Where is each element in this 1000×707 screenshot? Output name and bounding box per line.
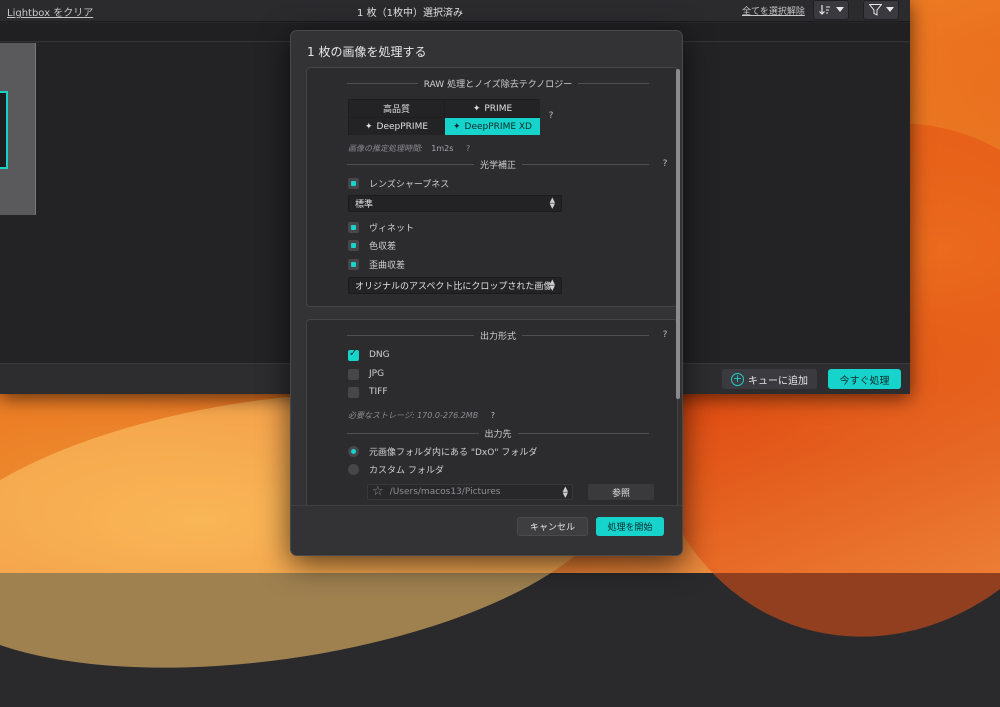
destination-original-radio[interactable] <box>348 445 359 457</box>
sort-icon <box>819 5 830 15</box>
denoise-option-deepprime-xd[interactable]: ✦ DeepPRIME XD <box>445 118 540 135</box>
dialog-title: 1 枚の画像を処理する <box>307 45 427 59</box>
cancel-button[interactable]: キャンセル <box>517 517 588 536</box>
add-to-queue-button[interactable]: + キューに追加 <box>722 369 817 389</box>
dialog-footer: キャンセル 処理を開始 <box>291 505 682 555</box>
chromatic-aberration-row[interactable]: 色収差 <box>348 239 397 252</box>
format-label: JPG <box>369 369 385 379</box>
format-label: TIFF <box>369 387 388 397</box>
distortion-row[interactable]: 歪曲収差 <box>348 258 406 271</box>
sharpness-value: 標準 <box>355 200 374 210</box>
storage-value: 170.0-276.2MB <box>417 411 479 420</box>
raw-section-header: RAW 処理とノイズ除去テクノロジー <box>347 77 650 90</box>
lens-sharpness-row[interactable]: レンズシャープネス <box>348 177 450 190</box>
denoise-option-high-quality[interactable]: 高品質 <box>349 100 444 117</box>
star-icon[interactable]: ☆ <box>372 485 384 498</box>
scrollbar[interactable] <box>676 67 681 505</box>
destination-custom-radio[interactable] <box>348 463 359 475</box>
format-dng-checkbox[interactable] <box>348 348 359 361</box>
crop-value: オリジナルのアスペクト比にクロップされた画像 <box>355 282 553 292</box>
help-icon[interactable]: ? <box>491 411 495 420</box>
sharpness-select[interactable]: 標準 ▲ ▼ <box>348 195 562 212</box>
format-tiff-row[interactable]: TIFF <box>348 386 388 398</box>
sparkle-icon: ✦ <box>472 103 481 114</box>
format-label: DNG <box>369 350 390 360</box>
process-dialog: 1 枚の画像を処理する RAW 処理とノイズ除去テクノロジー 高品質 ✦ PRI… <box>290 30 683 556</box>
lens-sharpness-label: レンズシャープネス <box>369 179 450 190</box>
scrollbar-thumb[interactable] <box>676 69 680 399</box>
lens-sharpness-checkbox[interactable] <box>348 177 359 189</box>
top-toolbar: Lightbox をクリア 1 枚（1枚中）選択済み 全てを選択解除 <box>0 0 910 22</box>
browse-button[interactable]: 参照 <box>588 484 654 500</box>
updown-arrows-icon: ▲ ▼ <box>549 196 555 210</box>
plus-circle-icon: + <box>731 371 744 386</box>
estimated-time-value: 1m2s <box>431 144 454 153</box>
chromatic-aberration-checkbox[interactable] <box>348 239 359 251</box>
filter-icon <box>868 4 882 16</box>
vignetting-checkbox[interactable] <box>348 221 359 233</box>
denoise-selector: 高品質 ✦ PRIME ✦ DeepPRIME ✦ DeepPRIME XD <box>348 99 540 135</box>
updown-arrows-icon: ▲ ▼ <box>549 278 555 292</box>
destination-section-header: 出力先 <box>347 427 650 440</box>
destination-original-row[interactable]: 元画像フォルダ内にある "DxO" フォルダ <box>348 445 538 458</box>
help-icon[interactable]: ? <box>545 110 557 122</box>
output-section-header: 出力形式 <box>347 329 650 342</box>
raw-settings-panel: RAW 処理とノイズ除去テクノロジー 高品質 ✦ PRIME ✦ DeepPRI… <box>306 67 678 307</box>
filter-button[interactable] <box>863 0 899 20</box>
deselect-all-link[interactable]: 全てを選択解除 <box>742 4 805 17</box>
chromatic-aberration-label: 色収差 <box>369 241 397 252</box>
format-jpg-row[interactable]: JPG <box>348 368 384 380</box>
storage-label: 必要なストレージ: <box>348 411 415 420</box>
help-icon[interactable]: ? <box>659 329 671 341</box>
dialog-scroll-pane[interactable]: RAW 処理とノイズ除去テクノロジー 高品質 ✦ PRIME ✦ DeepPRI… <box>306 67 679 505</box>
vignetting-label: ヴィネット <box>369 223 415 234</box>
denoise-option-label: PRIME <box>484 103 513 114</box>
sparkle-icon: ✦ <box>364 121 373 132</box>
help-icon[interactable]: ? <box>659 158 671 170</box>
optical-section-title: 光学補正 <box>480 160 517 171</box>
selection-status: 1 枚（1枚中）選択済み <box>357 8 463 19</box>
estimated-time-label: 画像の推定処理時間: <box>348 144 423 153</box>
estimated-time: 画像の推定処理時間: 1m2s ? <box>348 143 470 154</box>
output-section-title: 出力形式 <box>480 331 517 342</box>
sort-button[interactable] <box>813 0 849 20</box>
chevron-down-icon <box>885 7 894 12</box>
vignetting-row[interactable]: ヴィネット <box>348 221 415 234</box>
format-dng-row[interactable]: DNG <box>348 348 390 361</box>
thumbnail-image[interactable] <box>0 91 8 169</box>
updown-arrows-icon: ▲ ▼ <box>562 485 568 499</box>
format-jpg-checkbox[interactable] <box>348 368 359 380</box>
format-tiff-checkbox[interactable] <box>348 386 359 398</box>
sparkle-icon: ✦ <box>452 121 461 132</box>
help-icon[interactable]: ? <box>466 144 470 153</box>
start-processing-button[interactable]: 処理を開始 <box>596 517 664 536</box>
distortion-label: 歪曲収差 <box>369 260 406 271</box>
denoise-option-label: DeepPRIME <box>376 121 429 132</box>
thumbnail-card[interactable] <box>0 43 36 215</box>
destination-section-title: 出力先 <box>484 429 512 440</box>
destination-original-label: 元画像フォルダ内にある "DxO" フォルダ <box>369 447 538 458</box>
optical-section-header: 光学補正 <box>347 158 650 171</box>
custom-folder-path: /Users/macos13/Pictures <box>389 487 501 497</box>
crop-select[interactable]: オリジナルのアスペクト比にクロップされた画像 ▲ ▼ <box>348 277 562 294</box>
denoise-option-label: DeepPRIME XD <box>464 121 532 132</box>
output-settings-panel: 出力形式 ? DNG JPG TIFF 必要なストレージ: 170.0-276.… <box>306 319 678 505</box>
distortion-checkbox[interactable] <box>348 258 359 270</box>
destination-custom-row[interactable]: カスタム フォルダ <box>348 463 444 476</box>
custom-folder-path-field[interactable]: ☆ /Users/macos13/Pictures ▲ ▼ <box>367 484 573 500</box>
denoise-option-label: 高品質 <box>382 105 410 115</box>
required-storage: 必要なストレージ: 170.0-276.2MB ? <box>348 410 495 421</box>
add-to-queue-label: キューに追加 <box>748 375 808 387</box>
destination-custom-label: カスタム フォルダ <box>369 465 444 476</box>
process-now-button[interactable]: 今すぐ処理 <box>828 369 901 389</box>
raw-section-title: RAW 処理とノイズ除去テクノロジー <box>423 79 573 90</box>
denoise-option-prime[interactable]: ✦ PRIME <box>445 100 540 117</box>
chevron-down-icon <box>836 7 844 12</box>
denoise-option-deepprime[interactable]: ✦ DeepPRIME <box>349 118 444 135</box>
